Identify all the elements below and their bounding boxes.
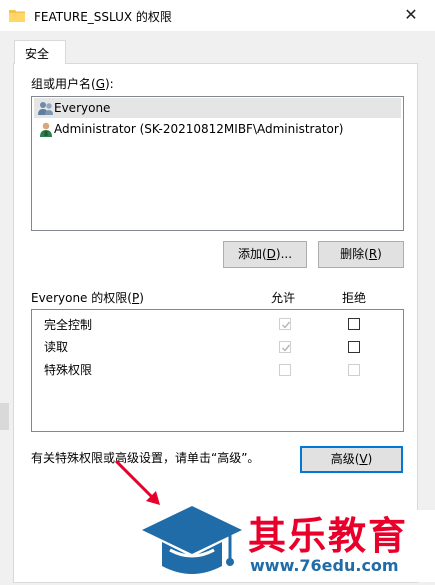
groups-label: 组或用户名(G): [31, 77, 114, 91]
users-icon [38, 101, 54, 116]
list-item-administrator[interactable]: Administrator (SK-20210812MIBF\Administr… [34, 119, 401, 139]
tab-security-label: 安全 [25, 47, 50, 61]
perm-row-special: 特殊权限 [44, 363, 93, 377]
groups-list[interactable]: Everyone Administrator (SK-20210812MIBF\… [31, 96, 404, 231]
window-title: FEATURE_SSLUX 的权限 [34, 10, 172, 24]
user-icon [38, 122, 54, 137]
deny-special-checkbox [348, 364, 360, 376]
allow-read-checkbox [279, 341, 291, 353]
tab-security[interactable]: 安全 [14, 40, 66, 64]
list-item-label: Everyone [54, 101, 111, 115]
graduation-cap-logo [140, 500, 244, 582]
watermark-brand: 其乐教育 [248, 514, 409, 558]
background-window-edge [0, 403, 9, 430]
list-item-everyone[interactable]: Everyone [34, 98, 401, 118]
allow-special-checkbox [279, 364, 291, 376]
permissions-label: Everyone 的权限(P) [31, 291, 144, 305]
close-button[interactable]: ✕ [399, 3, 423, 27]
list-item-label: Administrator (SK-20210812MIBF\Administr… [54, 122, 344, 136]
allow-full-control-checkbox [279, 318, 291, 330]
advanced-button[interactable]: 高级(V) [300, 446, 403, 473]
watermark-url: www.76edu.com [250, 556, 399, 575]
add-button[interactable]: 添加(D)... [223, 241, 307, 268]
allow-column-header: 允许 [271, 291, 296, 305]
deny-read-checkbox[interactable] [348, 341, 360, 353]
close-icon: ✕ [404, 5, 418, 24]
deny-column-header: 拒绝 [342, 291, 367, 305]
perm-row-full-control: 完全控制 [44, 318, 93, 332]
deny-full-control-checkbox[interactable] [348, 318, 360, 330]
remove-button[interactable]: 删除(R) [318, 241, 404, 268]
perm-row-read: 读取 [44, 340, 69, 354]
folder-icon [9, 8, 25, 22]
